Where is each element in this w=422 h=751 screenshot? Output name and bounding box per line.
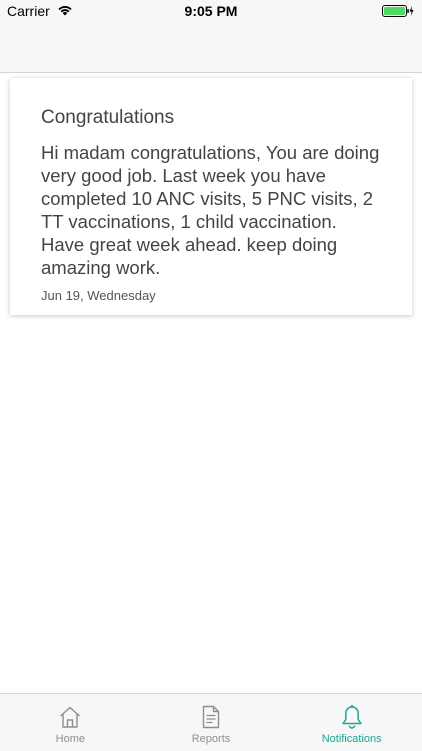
tab-reports-label: Reports [191,733,231,745]
notification-date: Jun 19, Wednesday [41,288,156,303]
tab-notifications-label: Notifications [321,733,382,745]
document-icon [202,705,220,729]
tab-reports[interactable]: Reports [141,694,282,751]
clock: 9:05 PM [184,3,238,19]
battery-icon [382,5,414,17]
notification-message: Hi madam congratulations, You are doing … [41,142,380,278]
tab-home-label: Home [55,733,85,745]
status-bar: Carrier 9:05 PM [0,0,422,24]
tab-bar: Home Reports Notifications [0,693,422,751]
notification-card[interactable]: Congratulations Hi madam congratulations… [10,78,412,315]
tab-home[interactable]: Home [0,694,141,751]
notification-title: Congratulations [41,107,175,128]
tab-notifications[interactable]: Notifications [281,694,422,751]
home-icon [60,706,81,728]
bell-icon [341,705,362,729]
navigation-bar [0,24,422,73]
